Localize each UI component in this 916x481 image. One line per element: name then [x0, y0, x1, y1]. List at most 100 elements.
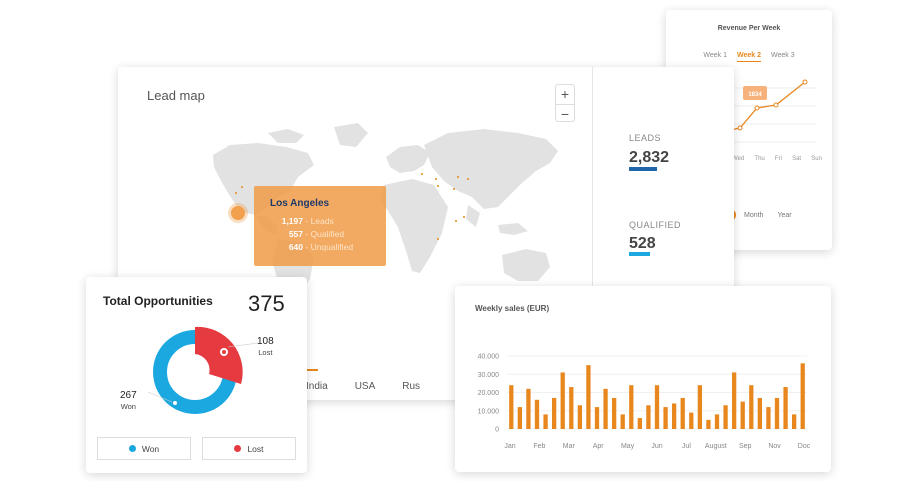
country-tabs: India USA Rus [306, 381, 420, 392]
sales-bar[interactable] [603, 388, 608, 429]
revenue-tooltip: 1834 [748, 92, 762, 98]
won-value: 267 [120, 390, 137, 401]
lost-value: 108 [257, 336, 274, 347]
sales-bar[interactable] [509, 385, 514, 429]
location-popup: Los Angeles 1,197 - Leads 557 - Qualifie… [254, 186, 386, 266]
popup-city: Los Angeles [270, 198, 330, 209]
map-dot [241, 186, 243, 188]
tab-india[interactable]: India [306, 381, 328, 392]
lost-dot-icon [234, 445, 242, 452]
popup-qualified-count: 557 [288, 229, 303, 239]
qualified-bar [629, 252, 650, 256]
y-tick-label: 10.000 [478, 408, 500, 415]
x-tick-label: Mar [563, 443, 576, 450]
sales-bar[interactable] [517, 407, 522, 429]
tab-russia[interactable]: Rus [402, 381, 420, 392]
sales-bar[interactable] [766, 407, 771, 429]
sales-bar[interactable] [783, 387, 788, 429]
revenue-point [773, 102, 779, 108]
sales-bar[interactable] [560, 372, 565, 429]
sales-bar[interactable] [577, 405, 582, 429]
range-month-button[interactable]: Month [744, 212, 763, 219]
x-tick-label: Apr [593, 443, 605, 450]
revenue-point [737, 125, 743, 131]
won-dot-icon [128, 445, 136, 452]
sales-bar[interactable] [663, 407, 668, 429]
range-year-button[interactable]: Year [777, 212, 791, 219]
revenue-point [802, 79, 808, 85]
opportunities-card: Total Opportunities 375 108 Lost 267 Won… [86, 277, 307, 473]
map-dot [467, 178, 469, 180]
sales-bar[interactable] [800, 363, 805, 429]
sales-bar[interactable] [774, 397, 780, 429]
weekly-sales-chart: 40.000 30.000 20.000 10.000 0 Jan Feb Mar Apr May… [478, 354, 811, 451]
x-tick-label: Feb [533, 443, 545, 450]
popup-leads-count: 1,197 [281, 216, 303, 226]
sales-bar[interactable] [646, 405, 651, 429]
popup-unqualified-row: 640 - Unqualified [270, 241, 386, 254]
sales-bar[interactable] [757, 397, 762, 429]
day-label: Thu [754, 156, 765, 162]
leads-value: 2,832 [629, 149, 670, 166]
range-selector: Month Year [724, 209, 792, 221]
tab-usa[interactable]: USA [355, 381, 376, 392]
won-annotation: 267 Won [120, 390, 137, 412]
map-dot [437, 185, 439, 187]
qualified-value: 528 [629, 235, 656, 252]
sales-bar[interactable] [526, 388, 531, 429]
popup-unqualified-label: - Unqualified [305, 242, 354, 252]
map-dot [235, 192, 237, 194]
map-dot [453, 188, 455, 190]
x-tick-label: Jun [651, 443, 662, 450]
sales-bar[interactable] [723, 405, 728, 429]
sales-bar[interactable] [552, 397, 557, 429]
x-tick-label: August [705, 443, 727, 450]
x-tick-label: Nov [768, 443, 781, 450]
sales-bar[interactable] [569, 387, 574, 429]
revenue-point [754, 105, 760, 111]
day-label: Sun [811, 156, 822, 162]
location-marker[interactable] [231, 206, 245, 220]
sales-bar[interactable] [714, 414, 720, 429]
leads-label: LEADS [629, 133, 662, 143]
lost-annotation: 108 Lost [257, 336, 274, 358]
sales-bar[interactable] [706, 419, 711, 429]
sales-bar[interactable] [672, 403, 677, 429]
sales-bar[interactable] [586, 365, 591, 429]
sales-bar[interactable] [680, 397, 685, 429]
map-dot [463, 216, 465, 218]
x-tick-label: Jan [504, 443, 515, 450]
sales-bar[interactable] [689, 412, 694, 429]
sales-bar[interactable] [629, 385, 634, 429]
sales-bar[interactable] [637, 418, 642, 429]
map-dot [421, 173, 423, 175]
sales-bar[interactable] [792, 414, 797, 429]
donut-lost-segment [195, 326, 243, 384]
popup-qualified-row: 557 - Qualified [270, 228, 386, 241]
sales-bar[interactable] [534, 399, 540, 429]
legend-lost-button[interactable]: Lost [202, 437, 296, 460]
legend-won-label: Won [141, 443, 160, 454]
sales-bar[interactable] [620, 414, 625, 429]
map-dot [435, 178, 437, 180]
sales-bar[interactable] [654, 385, 660, 429]
legend-won-button[interactable]: Won [97, 437, 191, 460]
sales-bar[interactable] [749, 385, 754, 429]
popup-leads-label: - Leads [305, 216, 334, 226]
leads-bar [629, 167, 657, 171]
y-tick-label: 30.000 [478, 372, 500, 379]
map-dot [455, 220, 457, 222]
y-tick-label: 0 [495, 427, 499, 434]
sales-bar[interactable] [612, 397, 617, 429]
popup-leads-row: 1,197 - Leads [270, 215, 386, 228]
sales-bar[interactable] [543, 414, 548, 429]
sales-bar[interactable] [697, 385, 702, 429]
won-label: Won [120, 402, 136, 411]
sales-bar[interactable] [732, 372, 737, 429]
y-tick-label: 40.000 [478, 354, 500, 361]
x-tick-label: Jul [682, 443, 691, 450]
sales-bar[interactable] [740, 401, 745, 429]
sales-bar[interactable] [594, 407, 600, 429]
map-dot [457, 176, 459, 178]
y-tick-label: 20.000 [478, 390, 500, 397]
